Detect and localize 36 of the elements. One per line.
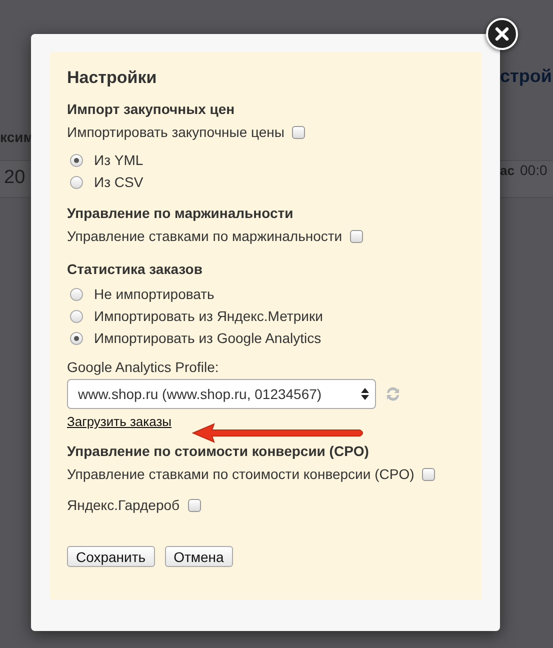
radio-label: Импортировать из Яндекс.Метрики — [94, 308, 323, 324]
section-heading: Управление по стоимости конверсии (CPO) — [67, 442, 369, 461]
save-button[interactable]: Сохранить — [67, 546, 155, 567]
radio-label: Не импортировать — [94, 286, 214, 302]
checkbox-label: Управление ставками по маржинальности — [67, 228, 342, 244]
section-heading: Статистика заказов — [67, 260, 202, 279]
section-heading: Управление по маржинальности — [67, 204, 294, 223]
radio-button[interactable] — [70, 154, 83, 166]
field-label: Google Analytics Profile: — [67, 358, 219, 377]
radio-button[interactable] — [70, 310, 83, 322]
profile-select[interactable]: www.shop.ru (www.shop.ru, 01234567) — [67, 379, 376, 409]
close-icon — [495, 27, 509, 41]
section-heading: Импорт закупочных цен — [67, 100, 235, 119]
radio-button[interactable] — [70, 332, 83, 344]
radio-label: Из YML — [94, 152, 144, 168]
table-cell: 00:0 — [520, 162, 548, 178]
updown-caret-icon — [361, 388, 369, 400]
radio-button[interactable] — [70, 176, 83, 188]
checkbox[interactable] — [188, 498, 201, 512]
close-button[interactable] — [486, 18, 518, 50]
radio-label: Импортировать из Google Analytics — [94, 330, 322, 346]
radio-label: Из CSV — [94, 174, 144, 190]
settings-tab-label: строй — [500, 66, 552, 87]
checkbox-label: Яндекс.Гардероб — [67, 497, 180, 513]
refresh-icon[interactable] — [384, 385, 402, 403]
table-cell: 20 — [4, 167, 26, 189]
column-header: ас — [500, 163, 514, 178]
checkbox-label: Импортировать закупочные цены — [67, 124, 284, 140]
checkbox[interactable] — [292, 126, 306, 138]
cancel-button[interactable]: Отмена — [164, 546, 233, 567]
dialog-title: Настройки — [67, 67, 158, 89]
checkbox[interactable] — [422, 468, 436, 480]
checkbox[interactable] — [350, 230, 364, 242]
checkbox-label: Управление ставками по стоимости конверсии (CPO) — [67, 466, 414, 482]
load-orders-link[interactable]: Загрузить заказы — [67, 413, 172, 431]
radio-button[interactable] — [70, 288, 83, 300]
